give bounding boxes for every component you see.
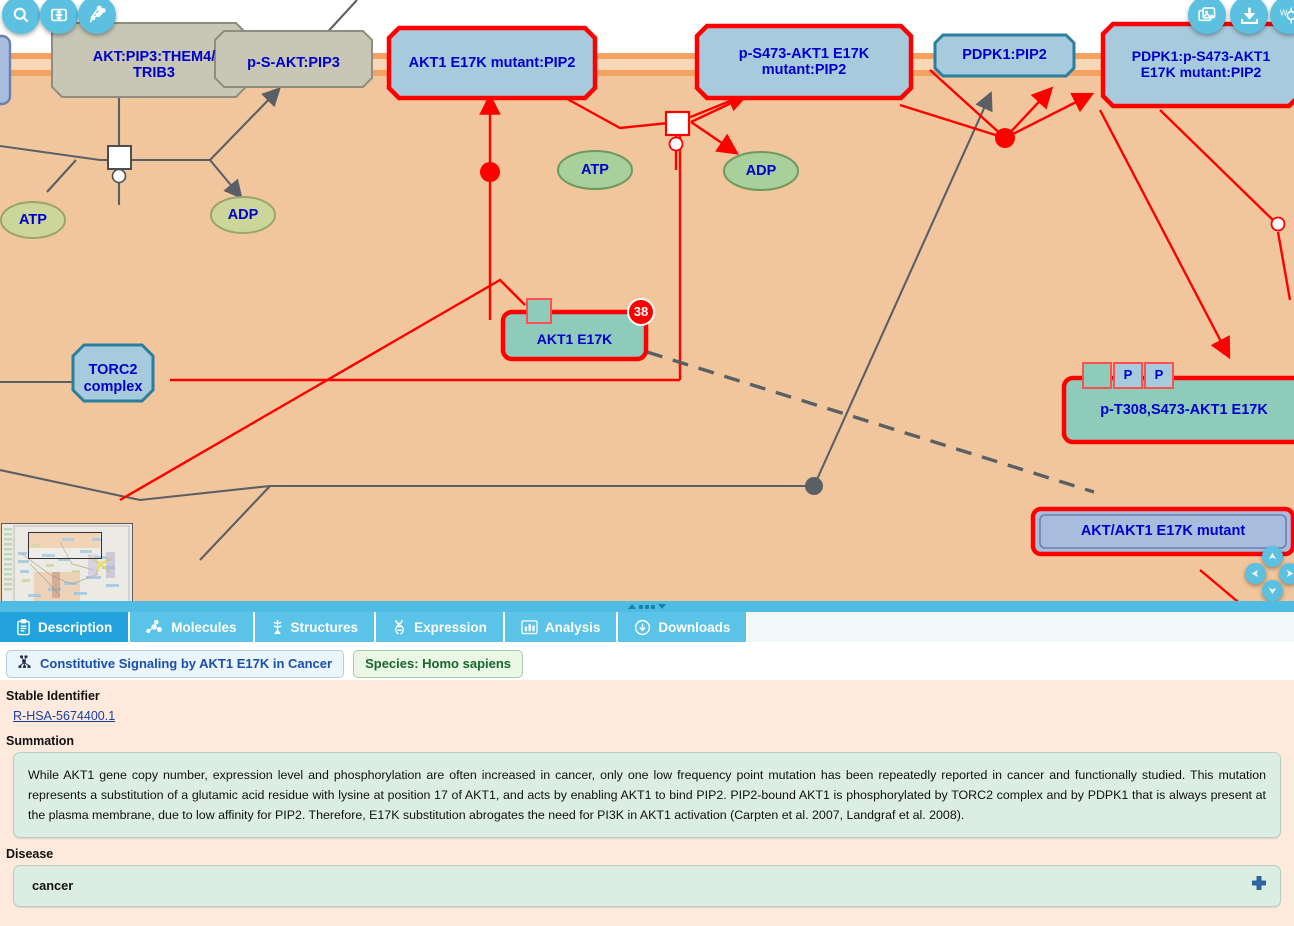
modification-box-p2 [1144, 362, 1174, 389]
tab-description-label: Description [38, 619, 113, 635]
stable-identifier-link[interactable]: R-HSA-5674400.1 [0, 709, 115, 723]
navigation-pad[interactable] [1245, 546, 1294, 601]
clipboard-icon [16, 618, 31, 636]
node-p-s-akt-pip3[interactable] [214, 30, 373, 88]
tab-structures-label: Structures [290, 619, 359, 635]
tab-analysis[interactable]: Analysis [504, 612, 619, 642]
tab-molecules[interactable]: Molecules [130, 612, 255, 642]
node-adp-left[interactable] [210, 196, 276, 234]
tab-description[interactable]: Description [0, 612, 131, 642]
species-badge: Species: Homo sapiens [353, 649, 524, 678]
node-partial-left-edge[interactable] [0, 34, 12, 106]
plus-icon[interactable] [1250, 875, 1268, 896]
tab-structures[interactable]: Structures [254, 612, 377, 642]
splitter-expand-icon[interactable] [658, 604, 666, 609]
tab-expression-label: Expression [414, 619, 487, 635]
panel-splitter[interactable] [0, 601, 1294, 612]
nav-right-icon[interactable] [1279, 563, 1294, 584]
species-label: Species: Homo sapiens [365, 656, 512, 671]
stable-identifier-label: Stable Identifier [6, 689, 100, 703]
breadcrumb-pathway-title: Constitutive Signaling by AKT1 E17K in C… [40, 656, 333, 671]
node-akt-akt1-e17k-mutant-inner [1039, 514, 1287, 549]
summation-text: While AKT1 gene copy number, expression … [28, 768, 1266, 823]
dna-icon [392, 618, 407, 636]
tab-molecules-label: Molecules [171, 619, 237, 635]
reactome-pathway-browser: AKT:PIP3:THEM4/ TRIB3 p-S-AKT:PIP3 AKT1 … [0, 0, 1294, 926]
detail-tabbar[interactable]: Description Molecules Structures Express… [0, 612, 1294, 642]
minimap-viewport[interactable] [28, 532, 102, 559]
node-pdpk1-p-s473-akt1-e17k-mutant-pip2[interactable] [1100, 21, 1294, 109]
disease-value: cancer [32, 878, 74, 894]
node-atp-left[interactable] [0, 201, 66, 239]
bar-chart-icon [521, 619, 538, 635]
tab-expression[interactable]: Expression [376, 612, 505, 642]
node-torc2-complex[interactable] [71, 343, 155, 403]
nav-up-icon[interactable] [1262, 546, 1283, 567]
pathway-diagram[interactable]: AKT:PIP3:THEM4/ TRIB3 p-S-AKT:PIP3 AKT1 … [0, 0, 1294, 612]
modification-box-1 [1082, 362, 1112, 389]
download-cloud-icon [634, 619, 651, 636]
modification-box-p1 [1113, 362, 1143, 389]
diagram-minimap[interactable] [1, 523, 133, 609]
nav-down-icon[interactable] [1262, 580, 1283, 601]
node-adp-mid[interactable] [723, 151, 799, 191]
splitter-grip-icon[interactable] [639, 604, 655, 609]
node-akt1-e17k-mutant-pip2[interactable] [386, 25, 598, 101]
structures-icon [271, 618, 284, 636]
tab-downloads-label: Downloads [658, 619, 731, 635]
akt1-e17k-modification-box [526, 298, 552, 324]
node-akt1-e17k[interactable] [500, 309, 649, 362]
node-pdpk1-pip2[interactable] [933, 33, 1076, 78]
summation-label: Summation [6, 734, 75, 748]
molecules-icon [146, 619, 164, 635]
tab-downloads[interactable]: Downloads [618, 612, 749, 642]
pathway-node-icon [18, 655, 32, 672]
node-atp-mid[interactable] [557, 150, 633, 190]
summation-panel: While AKT1 gene copy number, expression … [13, 752, 1281, 839]
akt1-e17k-count-badge [627, 298, 655, 326]
node-p-s473-akt1-e17k-mutant-pip2[interactable] [694, 23, 914, 101]
tab-analysis-label: Analysis [544, 619, 601, 635]
disease-panel[interactable]: cancer [13, 865, 1281, 908]
detail-panel: Constitutive Signaling by AKT1 E17K in C… [0, 642, 1294, 926]
breadcrumb-pathway[interactable]: Constitutive Signaling by AKT1 E17K in C… [6, 649, 345, 678]
splitter-collapse-icon[interactable] [628, 604, 636, 609]
nav-left-icon[interactable] [1245, 563, 1266, 584]
breadcrumb: Constitutive Signaling by AKT1 E17K in C… [0, 642, 1294, 680]
disease-label: Disease [6, 847, 54, 862]
pathway-diagram-canvas[interactable] [0, 0, 1294, 612]
